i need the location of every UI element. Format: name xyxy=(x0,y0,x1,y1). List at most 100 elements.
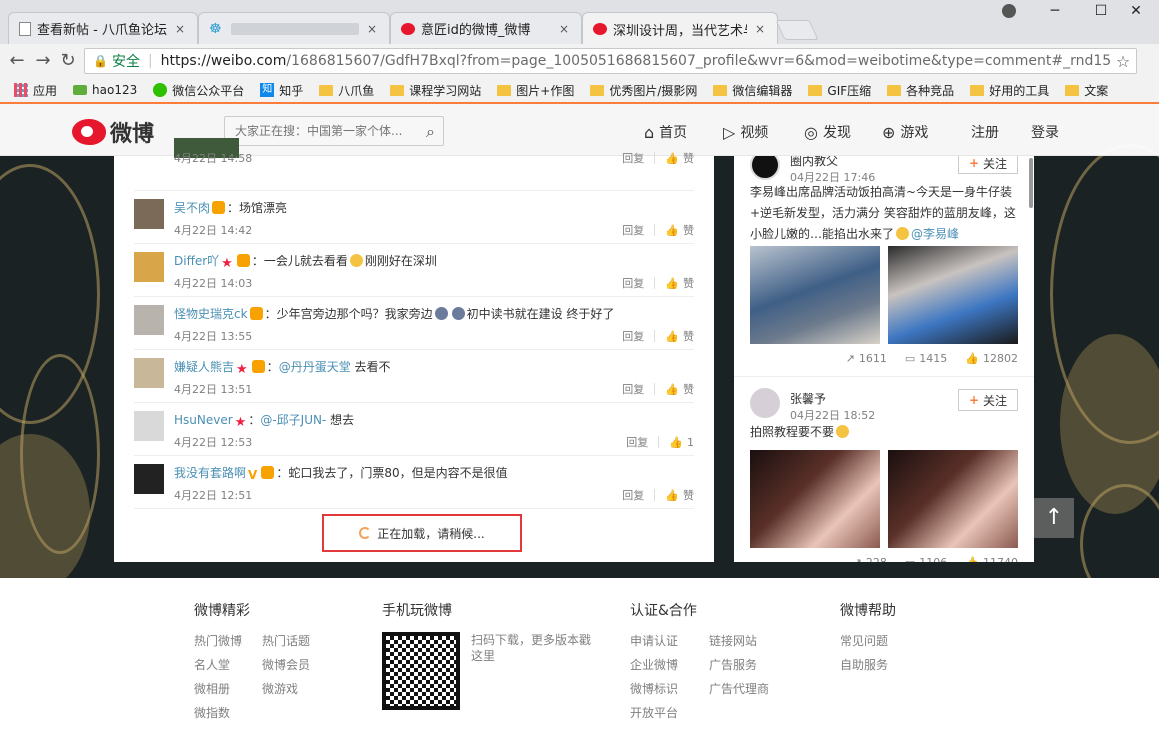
follow-button[interactable]: + 关注 xyxy=(958,156,1018,174)
comment-username[interactable]: Differ吖 xyxy=(174,254,219,268)
footer-link[interactable]: 微游戏 xyxy=(262,680,298,697)
reply-button[interactable]: 回复 xyxy=(622,328,644,344)
comment-username[interactable]: 吴不肉 xyxy=(174,201,210,215)
bookmark-wechat[interactable]: 微信公众平台 xyxy=(145,82,252,99)
reply-button[interactable]: 回复 xyxy=(622,381,644,397)
close-icon[interactable]: × xyxy=(173,22,187,36)
reply-button[interactable]: 回复 xyxy=(622,222,644,238)
avatar[interactable] xyxy=(134,464,164,494)
avatar[interactable] xyxy=(750,156,780,180)
avatar[interactable] xyxy=(134,252,164,282)
tab-blurred[interactable]: ☸ × xyxy=(198,12,390,44)
close-icon[interactable]: × xyxy=(753,22,767,36)
minimize-button[interactable]: ─ xyxy=(1032,0,1078,22)
feed-author[interactable]: 圈内教父 xyxy=(790,156,838,169)
reply-button[interactable]: 回复 xyxy=(622,487,644,503)
bookmark-folder[interactable]: 好用的工具 xyxy=(962,82,1057,99)
comment-username[interactable]: HsuNever xyxy=(174,413,233,427)
feed-author[interactable]: 张馨予 xyxy=(790,390,826,407)
mention-link[interactable]: @-邱子JUN- xyxy=(260,413,326,427)
footer-link[interactable]: 热门微博 xyxy=(194,632,242,649)
footer-link[interactable]: 微博会员 xyxy=(262,656,310,673)
bookmark-star-icon[interactable]: ☆ xyxy=(1110,52,1136,71)
qr-code[interactable] xyxy=(382,632,460,710)
bookmark-folder[interactable]: 文案 xyxy=(1057,82,1116,99)
forward-button[interactable]: → xyxy=(32,50,54,72)
repost-button[interactable]: ↗ 1611 xyxy=(846,352,887,365)
follow-button[interactable]: + 关注 xyxy=(958,389,1018,411)
nav-discover[interactable]: ◎ 发现 xyxy=(804,122,851,142)
like-button[interactable]: 👍 赞 xyxy=(665,487,694,503)
like-button[interactable]: 👍 赞 xyxy=(665,150,694,166)
new-tab-button[interactable] xyxy=(775,20,819,40)
tab-bazhuayu[interactable]: 查看新帖 - 八爪鱼论坛 P × xyxy=(8,12,198,44)
reply-button[interactable]: 回复 xyxy=(622,275,644,291)
feed-photo[interactable] xyxy=(750,450,880,548)
like-button[interactable]: 👍 12802 xyxy=(965,352,1018,365)
footer-link[interactable]: 企业微博 xyxy=(630,656,678,673)
footer-link[interactable]: 热门话题 xyxy=(262,632,310,649)
close-icon[interactable]: × xyxy=(365,22,379,36)
nav-video[interactable]: ▷ 视频 xyxy=(723,122,768,142)
comment-button[interactable]: ▭ 1106 xyxy=(905,556,947,562)
footer-link[interactable]: 微指数 xyxy=(194,704,230,721)
avatar[interactable] xyxy=(134,411,164,441)
back-button[interactable]: ← xyxy=(6,50,28,72)
repost-button[interactable]: ↗ 228 xyxy=(853,556,887,562)
close-icon[interactable]: × xyxy=(557,22,571,36)
bookmark-folder[interactable]: 八爪鱼 xyxy=(311,82,382,99)
feed-photo[interactable] xyxy=(750,246,880,344)
reply-button[interactable]: 回复 xyxy=(622,150,644,166)
profile-icon[interactable] xyxy=(986,0,1032,22)
tab-shenzhen-design[interactable]: 深圳设计周，当代艺术与 × xyxy=(582,12,778,45)
footer-link[interactable]: 名人堂 xyxy=(194,656,230,673)
mention-link[interactable]: @李易峰 xyxy=(911,227,959,241)
avatar[interactable] xyxy=(750,388,780,418)
like-button[interactable]: 👍 1 xyxy=(669,436,694,449)
comment-username[interactable]: 怪物史瑞克ck xyxy=(174,307,248,321)
bookmark-folder[interactable]: 优秀图片/摄影网 xyxy=(582,82,705,99)
bookmark-folder[interactable]: 课程学习网站 xyxy=(382,82,489,99)
bookmark-folder[interactable]: 微信编辑器 xyxy=(705,82,800,99)
comment-username[interactable]: 我没有套路啊 xyxy=(174,466,246,480)
like-button[interactable]: 👍 赞 xyxy=(665,275,694,291)
qr-description[interactable]: 扫码下载，更多版本戳这里 xyxy=(471,632,591,664)
url-text[interactable]: https://weibo.com/1686815607/GdfH7Bxql?f… xyxy=(161,53,1110,69)
bookmark-folder[interactable]: 图片+作图 xyxy=(489,82,582,99)
like-button[interactable]: 👍 赞 xyxy=(665,222,694,238)
feed-photo[interactable] xyxy=(888,246,1018,344)
bookmark-apps[interactable]: 应用 xyxy=(6,82,65,99)
comment-button[interactable]: ▭ 1415 xyxy=(905,352,947,365)
avatar[interactable] xyxy=(134,358,164,388)
comment-username[interactable]: 嫌疑人熊吉 xyxy=(174,360,234,374)
login-link[interactable]: 登录 xyxy=(1031,122,1059,142)
footer-link[interactable]: 微相册 xyxy=(194,680,230,697)
bookmark-folder[interactable]: 各种竞品 xyxy=(879,82,962,99)
avatar[interactable] xyxy=(134,199,164,229)
search-input[interactable] xyxy=(235,124,410,138)
register-link[interactable]: 注册 xyxy=(971,122,999,142)
nav-game[interactable]: ⊕ 游戏 xyxy=(882,122,928,142)
tab-yijiang-weibo[interactable]: 意匠id的微博_微博 × xyxy=(390,12,582,44)
reply-button[interactable]: 回复 xyxy=(626,434,648,450)
back-to-top-button[interactable]: ↑ xyxy=(1034,498,1074,538)
footer-link[interactable]: 常见问题 xyxy=(840,632,888,649)
feed-photo[interactable] xyxy=(888,450,1018,548)
like-button[interactable]: 👍 赞 xyxy=(665,381,694,397)
like-button[interactable]: 👍 11740 xyxy=(965,556,1018,562)
footer-link[interactable]: 广告代理商 xyxy=(709,680,769,697)
footer-link[interactable]: 开放平台 xyxy=(630,704,678,721)
footer-link[interactable]: 链接网站 xyxy=(709,632,757,649)
like-button[interactable]: 👍 赞 xyxy=(665,328,694,344)
avatar[interactable] xyxy=(134,305,164,335)
address-bar[interactable]: 🔒 安全 | https://weibo.com/1686815607/GdfH… xyxy=(84,48,1137,74)
footer-link[interactable]: 自助服务 xyxy=(840,656,888,673)
mention-link[interactable]: @丹丹蛋天堂 xyxy=(279,360,351,374)
bookmark-hao123[interactable]: hao123 xyxy=(65,83,145,97)
footer-link[interactable]: 申请认证 xyxy=(630,632,678,649)
bookmark-zhihu[interactable]: 知 知乎 xyxy=(252,82,311,99)
close-window-button[interactable]: ✕ xyxy=(1113,0,1159,22)
reload-button[interactable]: ↻ xyxy=(57,50,79,72)
footer-link[interactable]: 广告服务 xyxy=(709,656,757,673)
footer-link[interactable]: 微博标识 xyxy=(630,680,678,697)
